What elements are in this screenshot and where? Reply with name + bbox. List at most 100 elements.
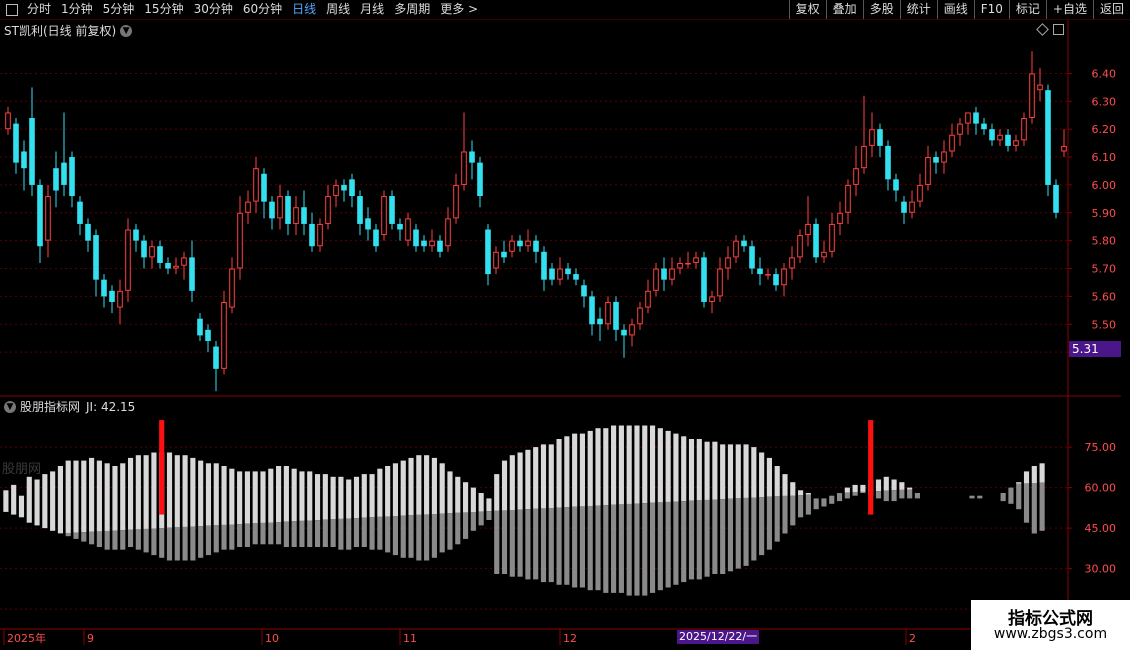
- candle-body-27: [221, 301, 227, 369]
- candle-78: [629, 318, 635, 347]
- candle-body-33: [269, 201, 275, 219]
- indicator-bar-lower-131: [1023, 483, 1030, 523]
- candle-body-0: [5, 112, 11, 130]
- indicator-bar-upper-130: [1016, 482, 1022, 484]
- indicator-bar-lower-98: [766, 496, 772, 550]
- indicator-bar-93: [727, 444, 734, 572]
- chevron-down-icon[interactable]: ▼: [4, 400, 16, 413]
- indicator-bar-lower-38: [299, 520, 305, 547]
- panel-controls: [1036, 23, 1064, 36]
- indicator-bar-upper-18: [143, 455, 149, 529]
- indicator-bar-44: [346, 479, 352, 550]
- candle-107: [861, 95, 867, 174]
- diamond-icon[interactable]: [1036, 23, 1049, 36]
- indicator-bar-lower-67: [525, 509, 531, 580]
- indicator-bar-lower-9: [73, 532, 79, 539]
- indicator-bar-upper-43: [338, 476, 344, 519]
- indicator-bar-upper-28: [221, 466, 227, 525]
- indicator-bar-43: [338, 476, 344, 550]
- price-tick-label-5: 5.90: [1092, 207, 1117, 220]
- candle-body-124: [997, 134, 1003, 141]
- indicator-bar-22: [174, 455, 180, 561]
- indicator-bar-16: [127, 457, 134, 547]
- indicator-bar-83: [649, 425, 656, 593]
- candle-body-117: [941, 151, 947, 163]
- indicator-bar-upper-16: [127, 457, 134, 530]
- candle-body-81: [653, 268, 659, 291]
- indicator-bar-lower-115: [899, 489, 905, 499]
- candle-body-30: [245, 201, 251, 213]
- candle-77: [621, 324, 627, 358]
- indicator-bar-4: [34, 479, 40, 526]
- indicator-bar-lower-33: [260, 522, 266, 545]
- candle-body-83: [669, 268, 675, 280]
- candle-7: [61, 112, 67, 197]
- indicator-bar-lower-72: [564, 507, 570, 585]
- ind-tick-label-0: 75.00: [1085, 441, 1117, 454]
- price-tick-label-1: 6.30: [1092, 95, 1117, 108]
- indicator-bar-lower-43: [338, 518, 344, 550]
- indicator-bar-3: [26, 476, 32, 523]
- indicator-bar-lower-42: [330, 519, 336, 547]
- indicator-bar-lower-64: [501, 510, 508, 574]
- time-label-4: 12: [563, 632, 577, 645]
- indicator-bar-upper-4: [34, 479, 40, 526]
- candle-97: [781, 262, 787, 297]
- indicator-bar-upper-84: [657, 428, 663, 503]
- candle-body-132: [1061, 145, 1067, 152]
- indicator-bar-upper-7: [57, 466, 64, 534]
- indicator-bar-lower-18: [143, 528, 149, 553]
- indicator-bar-0: [3, 490, 9, 512]
- indicator-bar-91: [712, 441, 718, 574]
- indicator-bar-upper-113: [883, 476, 889, 491]
- candle-17: [141, 235, 147, 269]
- candle-body-100: [805, 223, 811, 236]
- indicator-bar-lower-62: [486, 511, 492, 520]
- chevron-down-icon[interactable]: ▼: [120, 24, 133, 37]
- indicator-bar-100: [782, 474, 788, 534]
- candle-64: [517, 235, 523, 252]
- indicator-bar-upper-25: [198, 460, 204, 527]
- candle-54: [437, 235, 443, 258]
- candle-body-69: [557, 268, 563, 280]
- indicator-bar-lower-82: [642, 503, 648, 596]
- candle-body-76: [613, 301, 619, 330]
- candle-90: [725, 246, 731, 280]
- indicator-bar-upper-108: [844, 487, 850, 493]
- candle-114: [917, 173, 923, 208]
- candle-132: [1061, 129, 1067, 158]
- indicator-bar-86: [673, 433, 679, 585]
- indicator-bar-lower-97: [759, 497, 765, 556]
- candle-24: [197, 313, 203, 341]
- candle-body-19: [157, 246, 163, 263]
- indicator-title[interactable]: ▼ 股朋指标网 JI: 42.15: [4, 398, 135, 415]
- candle-body-43: [349, 179, 355, 197]
- panel-toggle-icon[interactable]: [1053, 24, 1064, 35]
- indicator-bar-lower-19: [151, 528, 157, 556]
- candle-131: [1053, 179, 1059, 219]
- indicator-bar-lower-66: [517, 509, 523, 577]
- candle-124: [997, 129, 1003, 146]
- chart-title[interactable]: ST凯利(日线 前复权) ▼: [4, 22, 133, 39]
- indicator-bar-95: [743, 444, 749, 566]
- price-tick-label-6: 5.80: [1092, 235, 1117, 248]
- candle-99: [797, 229, 803, 263]
- indicator-bar-upper-41: [322, 474, 328, 520]
- candle-120: [965, 112, 971, 135]
- candle-92: [741, 235, 747, 252]
- candle-38: [309, 212, 315, 252]
- candle-body-79: [637, 307, 643, 325]
- candle-body-57: [461, 151, 467, 185]
- candle-body-12: [101, 279, 107, 297]
- indicator-bar-upper-21: [166, 452, 173, 528]
- candle-body-94: [757, 268, 763, 275]
- indicator-bar-29: [229, 468, 235, 550]
- signal-bar-1: [868, 420, 874, 515]
- indicator-bar-lower-51: [400, 515, 406, 558]
- candle-body-21: [173, 265, 179, 269]
- candle-129: [1037, 67, 1043, 102]
- indicator-bar-upper-48: [377, 468, 383, 517]
- indicator-bar-upper-73: [572, 433, 578, 507]
- candle-83: [669, 257, 675, 286]
- candle-41: [333, 179, 339, 208]
